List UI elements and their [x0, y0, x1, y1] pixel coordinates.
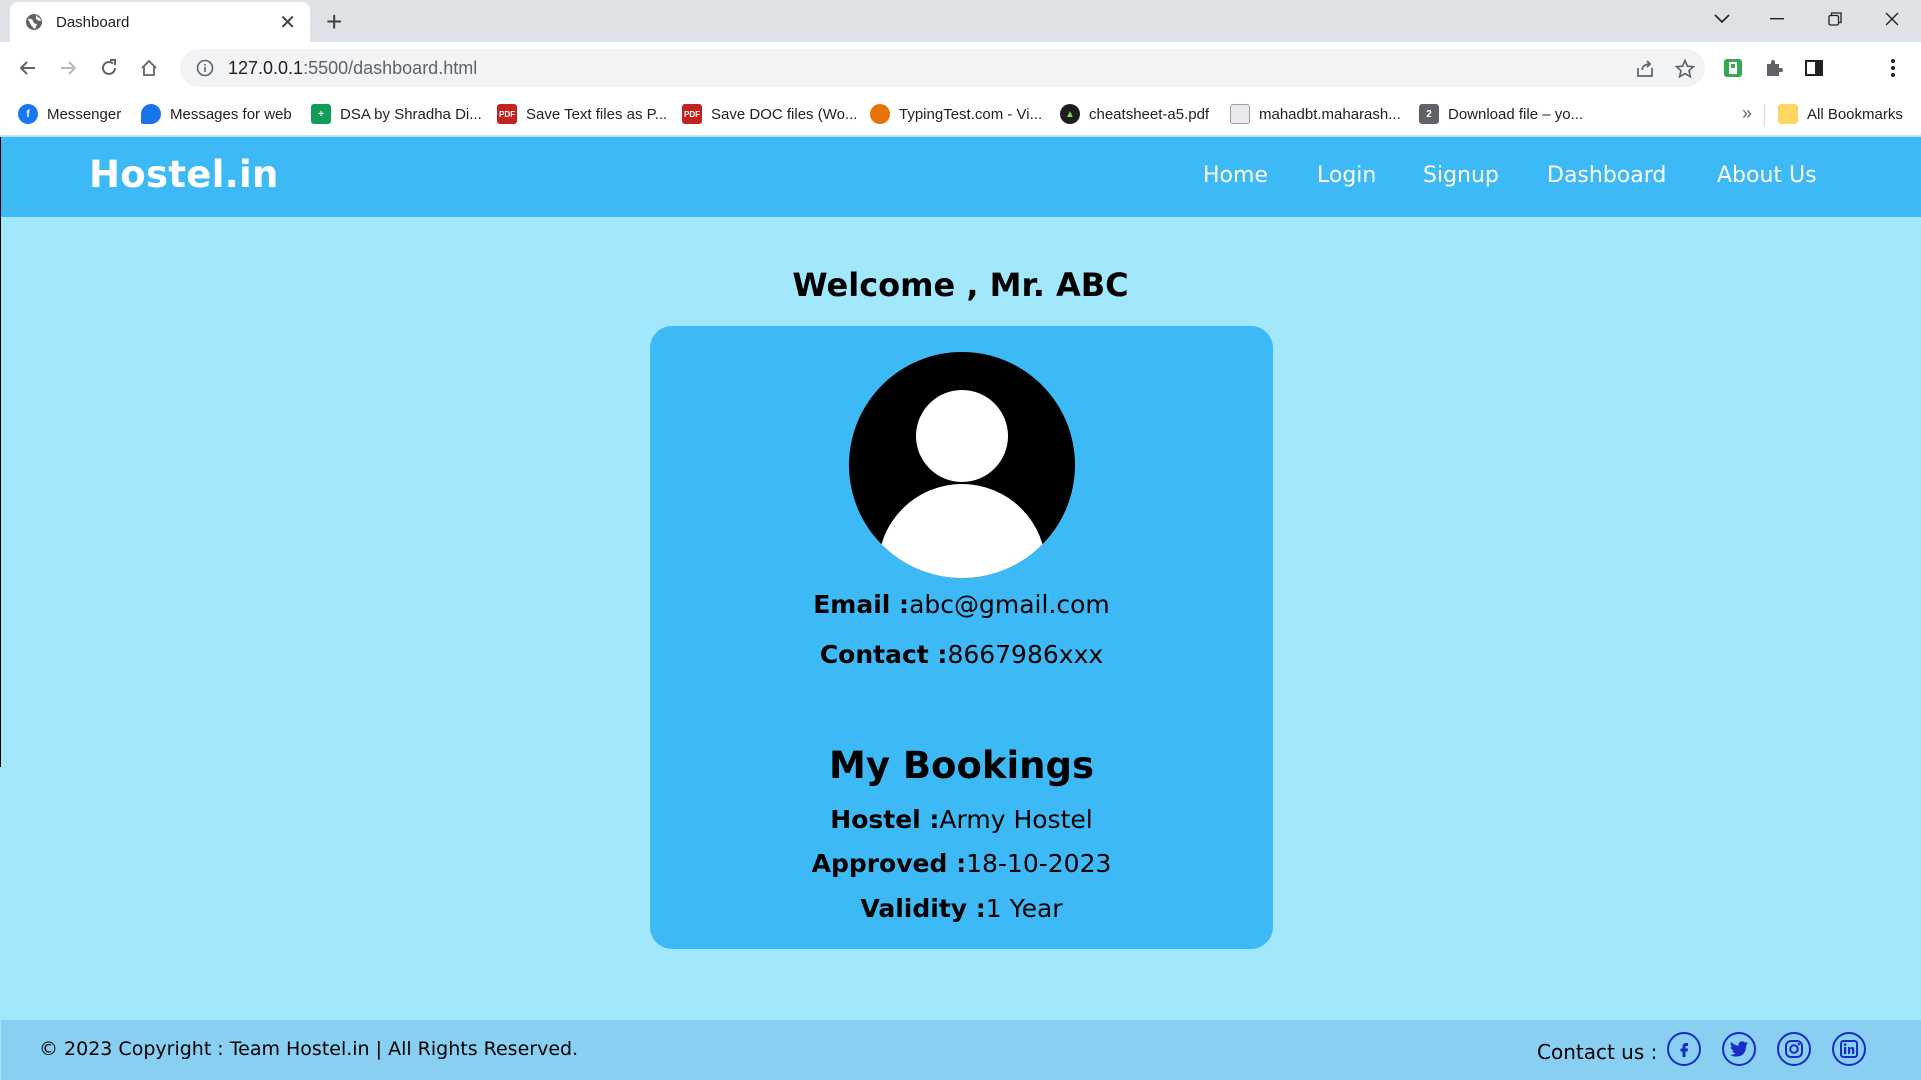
nav-login[interactable]: Login — [1317, 163, 1376, 188]
bookmark-messenger[interactable]: f Messenger — [18, 104, 121, 124]
document-icon — [1230, 104, 1250, 124]
bookmark-label: DSA by Shradha Di... — [340, 105, 482, 123]
bookmark-typingtest[interactable]: TypingTest.com - Vi... — [870, 104, 1042, 124]
site-info-icon[interactable] — [196, 59, 214, 77]
bookmark-label: mahadbt.maharash... — [1259, 105, 1401, 123]
bookmark-star-icon[interactable] — [1674, 58, 1696, 80]
new-tab-icon[interactable]: + — [326, 6, 342, 38]
bookmark-cheatsheet[interactable]: ▲ cheatsheet-a5.pdf — [1060, 104, 1209, 124]
url-path: :5500/dashboard.html — [303, 57, 478, 78]
bookmarks-overflow-icon[interactable]: » — [1742, 103, 1752, 124]
bookmark-mahadbt[interactable]: mahadbt.maharash... — [1230, 104, 1401, 124]
contact-label: Contact : — [819, 640, 948, 669]
bookmark-save-doc[interactable]: PDF Save DOC files (Wo... — [682, 104, 857, 124]
folder-icon — [1778, 104, 1798, 124]
profile-card: Email :abc@gmail.com Contact :8667986xxx… — [650, 326, 1273, 949]
sheets-icon: + — [311, 104, 331, 124]
nav-about-us[interactable]: About Us — [1717, 163, 1817, 188]
bookmark-save-text[interactable]: PDF Save Text files as P... — [497, 104, 667, 124]
nav-home[interactable]: Home — [1203, 163, 1268, 188]
bookmark-label: Save Text files as P... — [526, 105, 668, 123]
browser-menu-icon[interactable] — [1880, 55, 1906, 81]
approved-value: 18-10-2023 — [966, 849, 1112, 878]
bookmark-download-file[interactable]: 2 Download file – yo... — [1419, 104, 1583, 124]
window-edge — [0, 137, 1, 767]
bookmark-label: Save DOC files (Wo... — [711, 105, 858, 123]
bookmark-label: Download file – yo... — [1448, 105, 1584, 123]
site-footer: © 2023 Copyright : Team Hostel.in | All … — [1, 1020, 1921, 1080]
nav-dashboard[interactable]: Dashboard — [1547, 163, 1666, 188]
restore-icon[interactable] — [1806, 0, 1864, 38]
linkedin-icon[interactable] — [1832, 1032, 1866, 1066]
url-host: 127.0.0.1 — [228, 57, 304, 78]
pdf-icon: PDF — [682, 104, 702, 124]
close-window-icon[interactable] — [1863, 0, 1921, 38]
validity-value: 1 Year — [985, 894, 1063, 923]
instagram-icon[interactable] — [1777, 1032, 1811, 1066]
avatar-body — [878, 484, 1046, 578]
globe-icon — [24, 12, 44, 32]
side-panel-icon[interactable] — [1801, 55, 1827, 81]
minimize-icon[interactable] — [1748, 0, 1806, 38]
download-file-icon: 2 — [1419, 104, 1439, 124]
extension-green-icon[interactable] — [1720, 55, 1746, 81]
bookmarks-bar: f Messenger Messages for web + DSA by Sh… — [0, 94, 1921, 136]
bookmark-label: TypingTest.com - Vi... — [899, 105, 1043, 123]
bookmark-label: Messages for web — [170, 105, 292, 123]
copyright-text: © 2023 Copyright : Team Hostel.in | All … — [39, 1038, 579, 1060]
site-logo[interactable]: Hostel.in — [89, 153, 279, 196]
twitter-icon[interactable] — [1722, 1032, 1756, 1066]
typingtest-icon — [870, 104, 890, 124]
hostel-label: Hostel : — [830, 805, 940, 834]
bookmark-dsa[interactable]: + DSA by Shradha Di... — [311, 104, 482, 124]
bookmark-label: Messenger — [47, 105, 122, 123]
contact-us-label: Contact us : — [1537, 1040, 1658, 1064]
welcome-heading: Welcome , Mr. ABC — [792, 266, 1129, 304]
email-label: Email : — [813, 590, 910, 619]
hostel-value: Army Hostel — [939, 805, 1093, 834]
messages-icon — [141, 104, 161, 124]
tab-close-icon[interactable]: ✕ — [279, 10, 296, 34]
approved-label: Approved : — [811, 849, 967, 878]
share-icon[interactable] — [1634, 58, 1656, 80]
bookings-heading: My Bookings — [829, 744, 1094, 787]
address-bar[interactable]: 127.0.0.1:5500/dashboard.html — [180, 49, 1705, 87]
validity-row: Validity :1 Year — [650, 894, 1273, 923]
facebook-icon[interactable] — [1667, 1032, 1701, 1066]
avatar-head — [916, 390, 1008, 482]
email-row: Email :abc@gmail.com — [650, 590, 1273, 619]
validity-label: Validity : — [860, 894, 986, 923]
browser-tabstrip: Dashboard ✕ + — [0, 0, 1921, 42]
browser-toolbar: 127.0.0.1:5500/dashboard.html — [0, 42, 1921, 94]
back-arrow-icon[interactable] — [12, 52, 44, 84]
bookmarks-divider — [1764, 104, 1765, 126]
bookmark-messages-for-web[interactable]: Messages for web — [141, 104, 292, 124]
browser-tab[interactable]: Dashboard ✕ — [10, 2, 310, 42]
email-value: abc@gmail.com — [909, 590, 1110, 619]
facebook-icon: f — [18, 104, 38, 124]
tab-title: Dashboard — [56, 13, 130, 31]
contact-row: Contact :8667986xxx — [650, 640, 1273, 669]
all-bookmarks-label: All Bookmarks — [1807, 105, 1903, 123]
cheatsheet-icon: ▲ — [1060, 104, 1080, 124]
user-avatar-icon — [849, 352, 1075, 578]
reload-icon[interactable] — [93, 52, 125, 84]
site-navbar: Hostel.in Home Login Signup Dashboard Ab… — [1, 137, 1921, 217]
nav-signup[interactable]: Signup — [1423, 163, 1499, 188]
extensions-puzzle-icon[interactable] — [1761, 55, 1787, 81]
pdf-icon: PDF — [497, 104, 517, 124]
approved-row: Approved :18-10-2023 — [650, 849, 1273, 878]
tab-search-icon[interactable] — [1693, 0, 1751, 38]
all-bookmarks[interactable]: All Bookmarks — [1778, 104, 1903, 124]
bookmark-label: cheatsheet-a5.pdf — [1089, 105, 1210, 123]
hostel-row: Hostel :Army Hostel — [650, 805, 1273, 834]
home-icon[interactable] — [133, 52, 165, 84]
contact-value: 8667986xxx — [947, 640, 1104, 669]
forward-arrow-icon[interactable] — [52, 52, 84, 84]
